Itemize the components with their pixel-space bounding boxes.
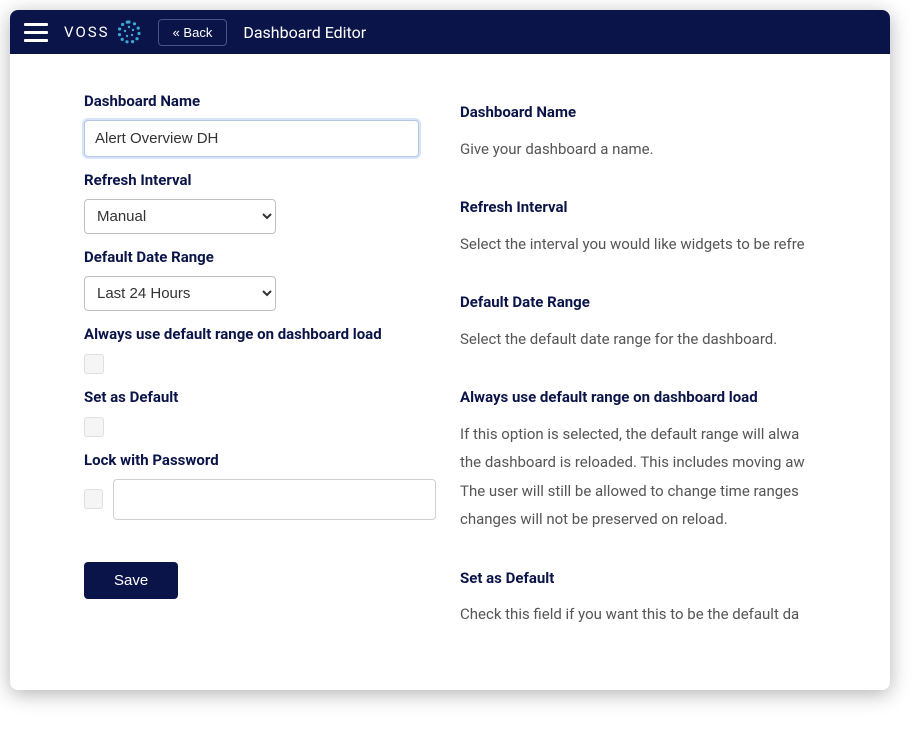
logo-text: VOSS: [64, 23, 110, 41]
dashboard-editor-window: VOSS « Back Dashboard Editor: [10, 10, 890, 690]
save-button[interactable]: Save: [84, 562, 178, 599]
help-default-date-range-text: Select the default date range for the da…: [460, 325, 890, 354]
page-title: Dashboard Editor: [243, 23, 366, 42]
help-refresh-interval: Refresh Interval Select the interval you…: [460, 193, 890, 258]
field-refresh-interval: Refresh Interval Manual: [84, 171, 436, 234]
form-column: Dashboard Name Refresh Interval Manual D…: [10, 54, 460, 690]
help-default-date-range: Default Date Range Select the default da…: [460, 288, 890, 353]
lock-password-label: Lock with Password: [84, 451, 436, 469]
default-date-range-select[interactable]: Last 24 Hours: [84, 276, 276, 311]
field-lock-password: Lock with Password: [84, 451, 436, 520]
header-bar: VOSS « Back Dashboard Editor: [10, 10, 890, 54]
lock-password-input[interactable]: [113, 479, 436, 520]
refresh-interval-select[interactable]: Manual: [84, 199, 276, 234]
set-as-default-checkbox[interactable]: [84, 417, 104, 437]
help-always-use-default-line4: changes will not be preserved on reload.: [460, 505, 890, 534]
help-refresh-interval-text: Select the interval you would like widge…: [460, 230, 890, 259]
content-area: Dashboard Name Refresh Interval Manual D…: [10, 54, 890, 690]
field-always-use-default: Always use default range on dashboard lo…: [84, 325, 436, 374]
field-set-as-default: Set as Default: [84, 388, 436, 437]
help-set-as-default-text: Check this field if you want this to be …: [460, 600, 890, 629]
menu-icon[interactable]: [24, 20, 48, 44]
voss-logo: VOSS: [64, 19, 142, 45]
help-always-use-default-title: Always use default range on dashboard lo…: [460, 383, 890, 412]
set-as-default-label: Set as Default: [84, 388, 436, 406]
help-default-date-range-title: Default Date Range: [460, 288, 890, 317]
lock-password-checkbox[interactable]: [84, 489, 103, 509]
help-column: Dashboard Name Give your dashboard a nam…: [460, 54, 890, 690]
refresh-interval-label: Refresh Interval: [84, 171, 436, 189]
back-button[interactable]: « Back: [158, 19, 228, 46]
default-date-range-label: Default Date Range: [84, 248, 436, 266]
help-always-use-default-line1: If this option is selected, the default …: [460, 420, 890, 449]
help-set-as-default-title: Set as Default: [460, 564, 890, 593]
help-always-use-default-line3: The user will still be allowed to change…: [460, 477, 890, 506]
logo-dots-icon: [116, 19, 142, 45]
help-refresh-interval-title: Refresh Interval: [460, 193, 890, 222]
help-always-use-default: Always use default range on dashboard lo…: [460, 383, 890, 534]
help-dashboard-name-title: Dashboard Name: [460, 98, 890, 127]
always-use-default-label: Always use default range on dashboard lo…: [84, 325, 436, 343]
field-dashboard-name: Dashboard Name: [84, 92, 436, 157]
help-dashboard-name-text: Give your dashboard a name.: [460, 135, 890, 164]
always-use-default-checkbox[interactable]: [84, 354, 104, 374]
help-set-as-default: Set as Default Check this field if you w…: [460, 564, 890, 629]
dashboard-name-input[interactable]: [84, 120, 419, 157]
help-always-use-default-line2: the dashboard is reloaded. This includes…: [460, 448, 890, 477]
help-dashboard-name: Dashboard Name Give your dashboard a nam…: [460, 98, 890, 163]
dashboard-name-label: Dashboard Name: [84, 92, 436, 110]
field-default-date-range: Default Date Range Last 24 Hours: [84, 248, 436, 311]
